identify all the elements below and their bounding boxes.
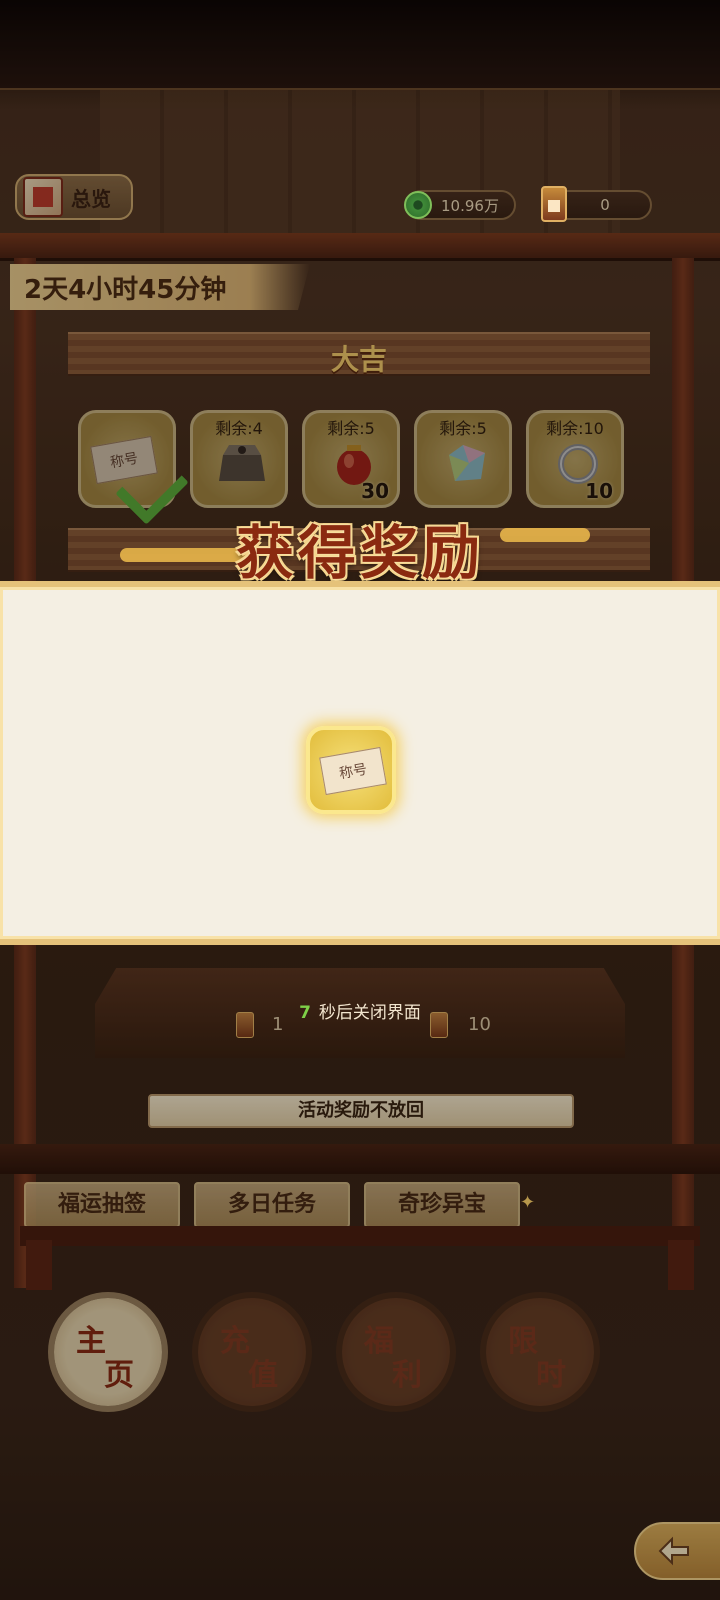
- nav-char: 页: [104, 1358, 134, 1393]
- close-countdown: 7: [299, 1003, 311, 1023]
- nav-limited[interactable]: 限 时: [486, 1298, 594, 1406]
- ticket-amount: 0: [600, 196, 610, 214]
- nav-welfare[interactable]: 福 利: [342, 1298, 450, 1406]
- bench: [20, 1226, 700, 1246]
- close-hint: 7 秒后关闭界面: [0, 998, 720, 1023]
- tab-daily-tasks[interactable]: 多日任务: [194, 1182, 350, 1228]
- coin-amount: 10.96万: [441, 196, 499, 215]
- prize-count: 30: [361, 479, 389, 503]
- prize-slot-pouch[interactable]: 剩余:5 30: [302, 410, 400, 508]
- nav-char: 充: [220, 1324, 250, 1359]
- prize-remaining: 剩余:10: [546, 419, 604, 438]
- reward-title: 获得奖励: [235, 519, 484, 587]
- nav-char: 主: [76, 1324, 106, 1359]
- overview-label: 总览: [71, 186, 111, 211]
- nav-recharge[interactable]: 充 值: [198, 1298, 306, 1406]
- prize-slot-stone[interactable]: 剩余:4: [190, 410, 288, 508]
- shrine-roof: [0, 233, 720, 261]
- stone-block-icon: [219, 445, 265, 481]
- sparkle-icon: ✦: [520, 1192, 536, 1213]
- notice-bar: 活动奖励不放回: [148, 1094, 574, 1128]
- ticket-icon: [541, 186, 567, 222]
- prize-slot-crystal[interactable]: 剩余:5: [414, 410, 512, 508]
- title-card-label: 称号: [337, 761, 369, 783]
- nav-char: 值: [248, 1358, 278, 1393]
- nav-char: 福: [364, 1324, 394, 1359]
- prize-remaining: 剩余:5: [327, 419, 375, 438]
- reward-item[interactable]: 称号: [306, 726, 396, 814]
- nav-char: 时: [536, 1358, 566, 1393]
- top-curtain: [0, 0, 720, 90]
- prize-remaining: 剩余:4: [215, 419, 263, 438]
- tab-fortune-draw[interactable]: 福运抽签: [24, 1182, 180, 1228]
- nav-char: 限: [508, 1324, 538, 1359]
- title-card-icon: 称号: [319, 746, 387, 796]
- event-timer: 2天4小时45分钟: [24, 274, 227, 305]
- overview-button[interactable]: 总览: [15, 174, 133, 220]
- bench-leg: [668, 1240, 694, 1290]
- bench-leg: [26, 1240, 52, 1290]
- crystal-icon: [449, 445, 485, 481]
- prize-count: 10: [585, 479, 613, 503]
- tier-title: 大吉: [330, 343, 387, 376]
- book-icon: [23, 177, 63, 217]
- coin-icon: [404, 191, 432, 219]
- close-hint-text: 秒后关闭界面: [318, 1003, 421, 1023]
- prize-remaining: 剩余:5: [439, 419, 487, 438]
- game-scene: 总览 10.96万 0 2天4小时45分钟 大吉 称号 剩余:4 剩余:5 30…: [0, 0, 720, 1600]
- countdown-banner: 2天4小时45分钟: [10, 264, 310, 310]
- tab-treasures[interactable]: 奇珍异宝: [364, 1182, 520, 1228]
- prize-slot-ring[interactable]: 剩余:10 10: [526, 410, 624, 508]
- nav-home[interactable]: 主 页: [54, 1298, 162, 1406]
- shelf-bottom: [0, 1144, 720, 1174]
- back-arrow-icon: [658, 1536, 689, 1566]
- nav-char: 利: [392, 1358, 422, 1393]
- back-button[interactable]: [634, 1522, 720, 1580]
